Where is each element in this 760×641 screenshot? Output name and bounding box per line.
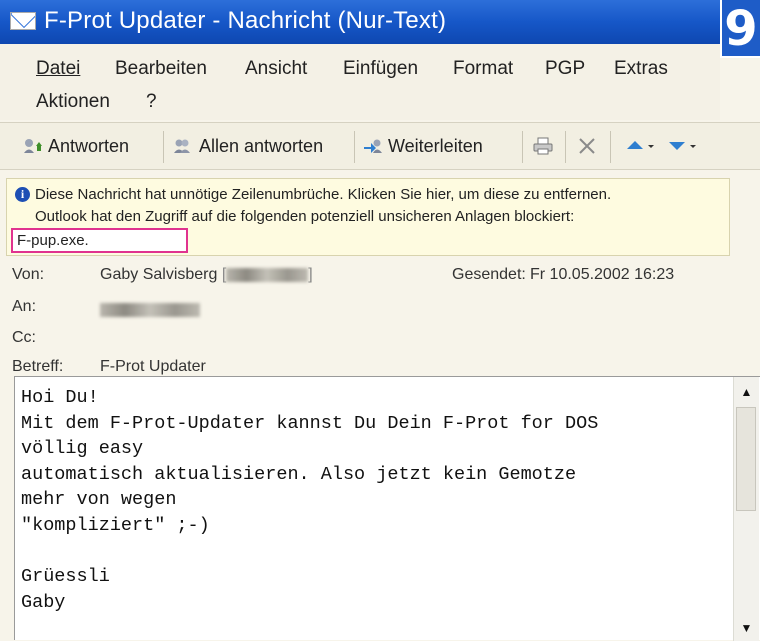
from-value: Gaby Salvisberg [] [100, 266, 313, 283]
toolbar: Antworten Allen antworten Weiterleiten [0, 122, 760, 170]
message-line: mehr von wegen [21, 489, 177, 511]
title-bar[interactable]: F-Prot Updater - Nachricht (Nur-Text) [0, 0, 760, 44]
reply-label: Antworten [48, 136, 130, 156]
info-line-blocked: Outlook hat den Zugriff auf die folgende… [35, 208, 575, 225]
sender-name: Gaby Salvisberg [100, 266, 218, 283]
delete-button[interactable] [576, 133, 602, 159]
reply-button[interactable]: Antworten [22, 133, 129, 159]
to-label: An: [12, 298, 37, 315]
cc-label: Cc: [12, 329, 36, 346]
reply-icon [24, 139, 42, 153]
menu-bar: Datei Bearbeiten Ansicht Einfügen Format… [0, 44, 720, 120]
vertical-scrollbar[interactable]: ▲ ▼ [733, 377, 759, 641]
menu-ansicht[interactable]: Ansicht [245, 58, 307, 80]
redacted-recipient [100, 303, 200, 317]
scroll-thumb[interactable] [736, 407, 756, 511]
message-line: automatisch aktualisieren. Also jetzt ke… [21, 463, 577, 485]
from-label: Von: [12, 266, 45, 283]
reply-all-button[interactable]: Allen antworten [173, 133, 323, 159]
menu-help[interactable]: ? [146, 91, 157, 113]
reply-all-label: Allen antworten [199, 136, 324, 156]
forward-icon [364, 139, 382, 153]
forward-button[interactable]: Weiterleiten [362, 133, 483, 159]
menu-pgp[interactable]: PGP [545, 58, 585, 80]
message-text[interactable]: Hoi Du! Mit dem F-Prot-Updater kannst Du … [21, 385, 721, 615]
print-button[interactable] [532, 133, 558, 159]
forward-label: Weiterleiten [388, 136, 483, 156]
toolbar-separator [354, 131, 355, 163]
message-line: Hoi Du! [21, 387, 99, 408]
toolbar-separator [565, 131, 566, 163]
toolbar-separator [610, 131, 611, 163]
toolbar-separator [163, 131, 164, 163]
redacted-email [226, 267, 309, 282]
scroll-up-arrow-icon[interactable]: ▲ [734, 379, 759, 405]
message-line [21, 539, 721, 565]
menu-extras[interactable]: Extras [614, 58, 668, 80]
message-line: Mit dem F-Prot-Updater kannst Du Dein F-… [21, 412, 599, 434]
down-arrow-icon [669, 142, 696, 150]
printer-icon [533, 137, 553, 155]
menu-format[interactable]: Format [453, 58, 513, 80]
step-number-badge: 9 [720, 0, 760, 58]
blocked-attachment[interactable]: F-pup.exe. [11, 228, 188, 253]
message-line: Grüessli [21, 566, 110, 588]
message-line: Gaby [21, 591, 66, 613]
previous-item-button[interactable] [624, 133, 662, 159]
subject-value: F-Prot Updater [100, 358, 206, 375]
sent-label: Gesendet: [452, 266, 526, 283]
scroll-down-arrow-icon[interactable]: ▼ [734, 615, 759, 641]
delete-x-icon [579, 138, 595, 154]
message-line: völlig easy [21, 438, 144, 460]
info-line-linebreaks[interactable]: Diese Nachricht hat unnötige Zeilenumbrü… [35, 186, 611, 203]
menu-einfuegen[interactable]: Einfügen [343, 58, 418, 80]
info-icon: i [15, 187, 30, 202]
next-item-button[interactable] [666, 133, 704, 159]
message-line: "kompliziert" ;-) [21, 514, 210, 536]
menu-bearbeiten[interactable]: Bearbeiten [115, 58, 207, 80]
subject-label: Betreff: [12, 358, 64, 375]
toolbar-separator [522, 131, 523, 163]
sent-value: Fr 10.05.2002 16:23 [530, 266, 675, 283]
envelope-icon [10, 12, 36, 30]
info-bar[interactable]: i Diese Nachricht hat unnötige Zeilenumb… [6, 178, 730, 256]
menu-datei[interactable]: Datei [36, 58, 80, 80]
menu-aktionen[interactable]: Aktionen [36, 91, 110, 113]
message-body[interactable]: Hoi Du! Mit dem F-Prot-Updater kannst Du … [14, 376, 760, 641]
reply-all-icon [174, 139, 190, 153]
window-title: F-Prot Updater - Nachricht (Nur-Text) [44, 7, 447, 34]
up-arrow-icon [627, 141, 654, 149]
